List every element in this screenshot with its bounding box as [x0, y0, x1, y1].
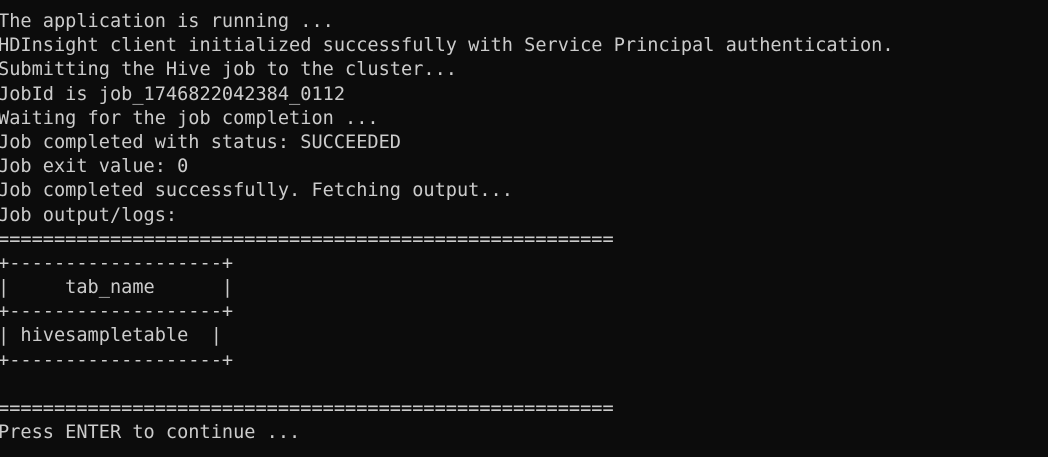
terminal-output: The application is running ... HDInsight… — [0, 0, 1048, 457]
status-line-job-status: Job completed with status: SUCCEEDED — [0, 131, 401, 153]
status-line-waiting: Waiting for the job completion ... — [0, 107, 379, 129]
status-line-fetching-output: Job completed successfully. Fetching out… — [0, 180, 513, 202]
separator-line-bottom: ========================================… — [0, 398, 614, 419]
prompt-press-enter[interactable]: Press ENTER to continue ... — [0, 421, 1048, 445]
table-header-row: | tab_name | — [0, 277, 234, 299]
status-line-job-id: JobId is job_1746822042384_0112 — [0, 83, 346, 105]
status-line-app-running: The application is running ... — [0, 11, 334, 32]
table-border-header: +-------------------+ — [0, 301, 234, 323]
status-line-submitting-job: Submitting the Hive job to the cluster..… — [0, 59, 457, 81]
status-line-client-initialized: HDInsight client initialized successfull… — [0, 35, 894, 57]
table-border-bottom: +-------------------+ — [0, 349, 234, 371]
status-line-output-logs: Job output/logs: — [0, 204, 178, 226]
status-line-exit-value: Job exit value: 0 — [0, 156, 189, 178]
table-data-row: | hivesampletable | — [0, 325, 222, 347]
separator-line-top: ========================================… — [0, 228, 614, 250]
table-border-top: +-------------------+ — [0, 252, 234, 274]
